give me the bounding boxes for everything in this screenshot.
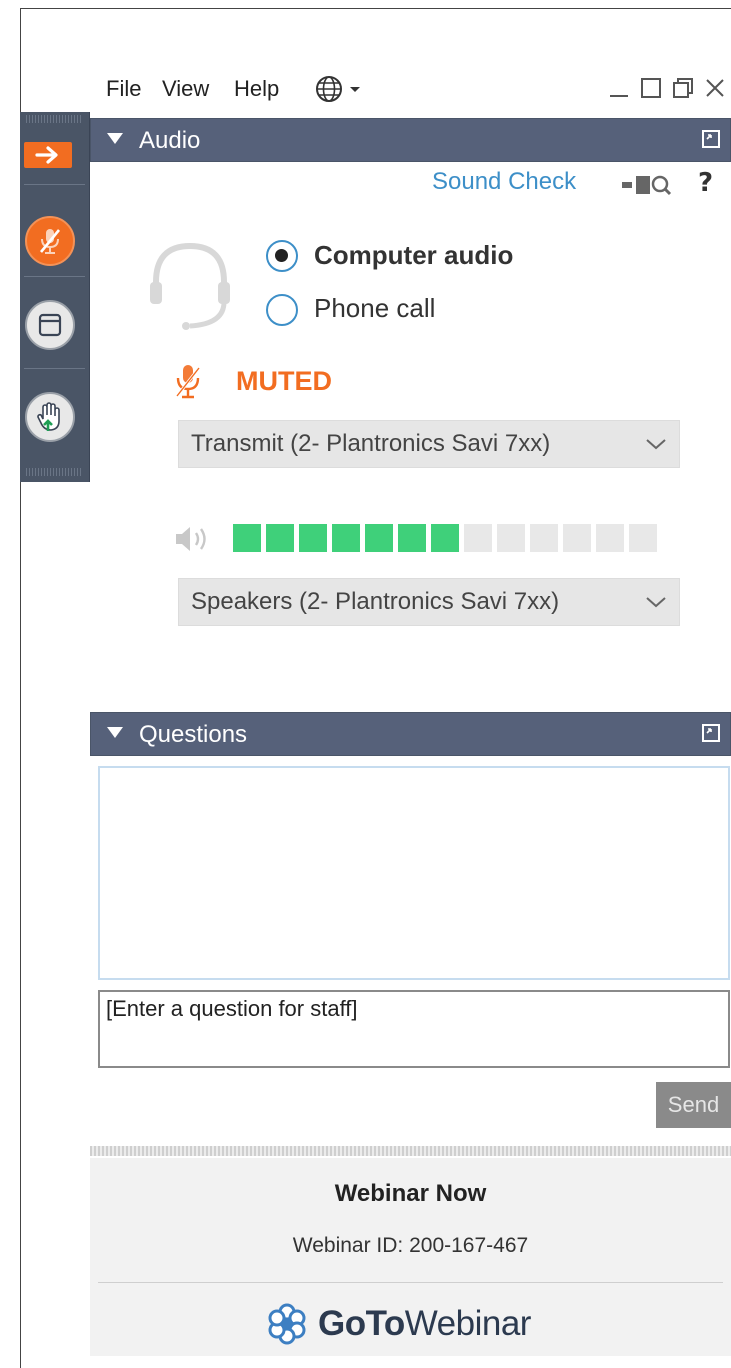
- meter-cell: [464, 524, 492, 552]
- window-controls: [603, 72, 731, 104]
- restore-button[interactable]: [667, 72, 699, 104]
- phone-call-radio[interactable]: [266, 294, 298, 326]
- control-panel-toolbar: [20, 112, 90, 482]
- meter-cell: [629, 524, 657, 552]
- meter-cell: [233, 524, 261, 552]
- meter-cell: [365, 524, 393, 552]
- meter-cell: [497, 524, 525, 552]
- restore-icon: [673, 78, 693, 98]
- menu-view[interactable]: View: [162, 76, 209, 102]
- computer-audio-radio[interactable]: [266, 240, 298, 272]
- questions-header-title: Questions: [139, 721, 248, 748]
- brand-light: Webinar: [404, 1304, 532, 1343]
- audio-header-title: Audio: [139, 127, 201, 154]
- popout-icon[interactable]: [702, 724, 720, 742]
- panel-resize-grip[interactable]: [90, 1146, 731, 1156]
- webinar-footer: Webinar Now Webinar ID: 200-167-467 GoTo…: [90, 1158, 731, 1356]
- window-icon: [38, 313, 62, 337]
- meter-cell: [431, 524, 459, 552]
- toolbar-grip[interactable]: [26, 115, 83, 123]
- transmit-device-select[interactable]: Transmit (2- Plantronics Savi 7xx): [178, 420, 680, 468]
- speaker-device-value: Speakers (2- Plantronics Savi 7xx): [191, 588, 560, 615]
- send-button[interactable]: Send: [656, 1082, 731, 1128]
- audio-help-icon[interactable]: ?: [698, 168, 713, 198]
- webinar-title: Webinar Now: [334, 1180, 487, 1207]
- headset-icon: [150, 242, 230, 330]
- toolbar-separator: [24, 184, 85, 185]
- minimize-button[interactable]: [603, 72, 635, 104]
- meter-cell: [563, 524, 591, 552]
- gotowebinar-flower-icon: [268, 1303, 306, 1345]
- questions-panel: [Enter a question for staff] Send: [90, 760, 731, 1138]
- chevron-down-icon: [646, 597, 666, 608]
- brand-bold: GoTo: [318, 1304, 405, 1343]
- caret-down-icon: [350, 87, 360, 92]
- minimize-icon: [610, 95, 628, 97]
- close-icon: [706, 79, 724, 97]
- meter-cell: [332, 524, 360, 552]
- gotowebinar-control-panel: File View Help Audio Sound Check ? Compu…: [90, 64, 731, 1356]
- computer-audio-label[interactable]: Computer audio: [314, 240, 513, 271]
- close-button[interactable]: [699, 72, 731, 104]
- raise-hand-button[interactable]: [25, 392, 75, 442]
- speaker-volume-icon: [176, 527, 206, 551]
- collapse-triangle-icon: [107, 727, 123, 738]
- toolbar-grip[interactable]: [26, 468, 83, 476]
- muted-mic-icon: [39, 229, 61, 254]
- meter-cell: [530, 524, 558, 552]
- toolbar-separator: [24, 276, 85, 277]
- audio-panel: Sound Check ? Computer audio Phone call: [90, 162, 731, 710]
- menu-file[interactable]: File: [106, 76, 141, 102]
- questions-log[interactable]: [98, 766, 730, 980]
- maximize-button[interactable]: [635, 72, 667, 104]
- speaker-level-meter: [233, 524, 657, 552]
- arrow-right-icon: [35, 146, 58, 164]
- muted-mic-icon: [175, 365, 201, 399]
- mute-status: MUTED: [236, 366, 332, 396]
- menu-bar: File View Help: [90, 64, 731, 114]
- show-panel-button[interactable]: [25, 300, 75, 350]
- radio-selected-dot: [275, 249, 288, 262]
- questions-panel-header[interactable]: Questions: [90, 712, 731, 756]
- gotowebinar-logo: GoToWebinar: [266, 1300, 531, 1348]
- chevron-down-icon: [646, 439, 666, 450]
- speaker-device-select[interactable]: Speakers (2- Plantronics Savi 7xx): [178, 578, 680, 626]
- popout-icon[interactable]: [702, 130, 720, 148]
- mute-toggle-button[interactable]: [25, 216, 75, 266]
- raise-hand-icon: [37, 402, 60, 431]
- phone-call-label[interactable]: Phone call: [314, 293, 435, 324]
- collapse-triangle-icon: [107, 133, 123, 144]
- meter-cell: [398, 524, 426, 552]
- webinar-id: Webinar ID: 200-167-467: [292, 1234, 529, 1257]
- globe-icon: [316, 76, 342, 102]
- maximize-icon: [641, 78, 661, 98]
- toolbar-separator: [24, 368, 85, 369]
- brand-name: GoToWebinar: [318, 1304, 531, 1344]
- audio-setup-icon[interactable]: [620, 172, 678, 196]
- meter-cell: [299, 524, 327, 552]
- question-input[interactable]: [Enter a question for staff]: [98, 990, 730, 1068]
- meter-cell: [266, 524, 294, 552]
- language-menu[interactable]: [314, 74, 368, 104]
- meter-cell: [596, 524, 624, 552]
- transmit-device-value: Transmit (2- Plantronics Savi 7xx): [191, 430, 551, 457]
- collapse-panel-button[interactable]: [24, 142, 72, 168]
- sound-check-link[interactable]: Sound Check: [432, 168, 576, 196]
- menu-help[interactable]: Help: [234, 76, 279, 102]
- audio-panel-header[interactable]: Audio: [90, 118, 731, 162]
- footer-divider: [98, 1282, 723, 1283]
